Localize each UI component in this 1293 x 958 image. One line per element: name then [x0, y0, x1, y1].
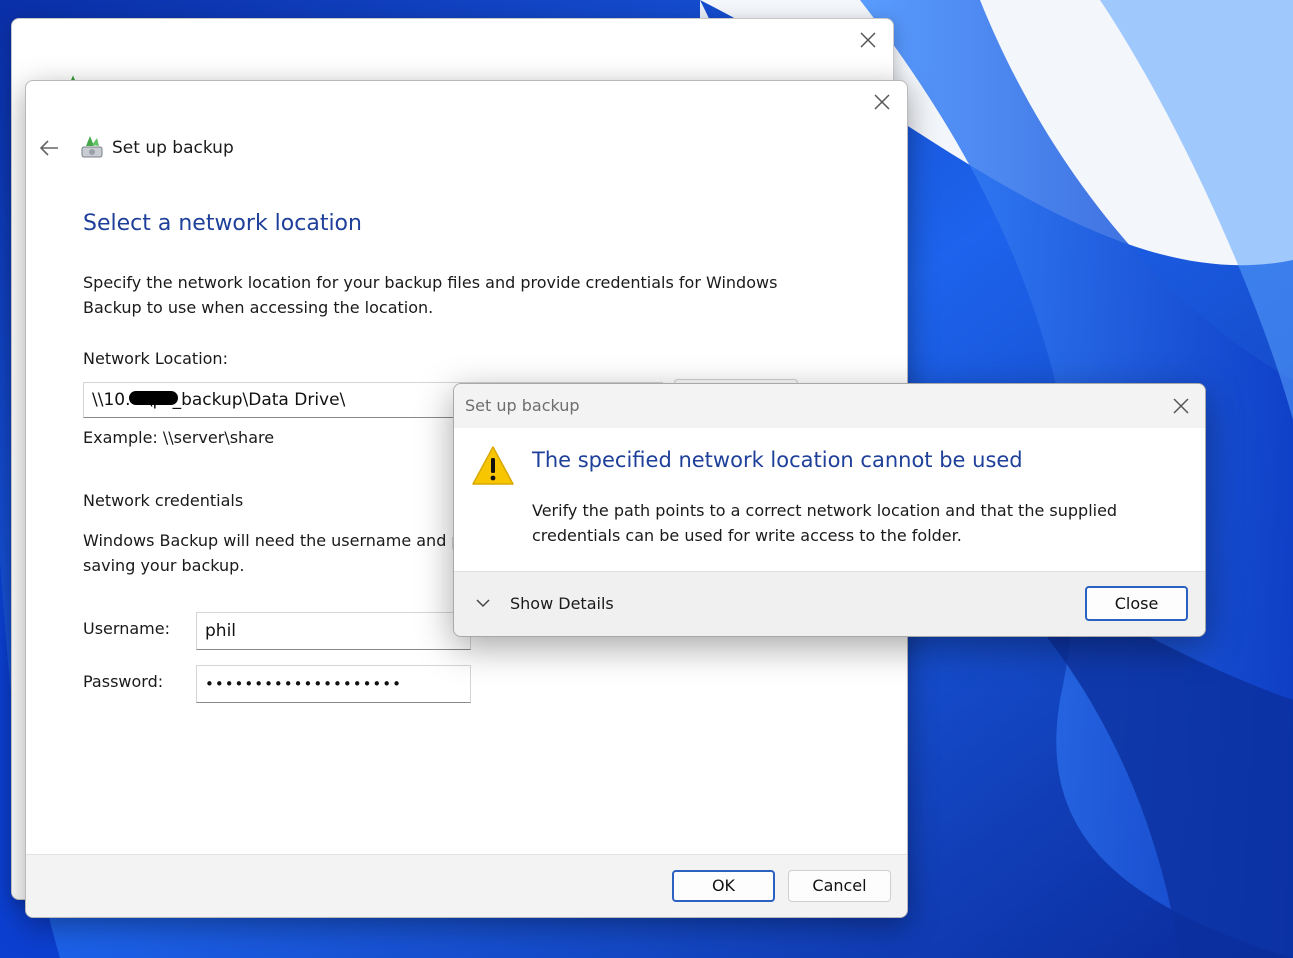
warning-triangle-icon: [472, 446, 514, 485]
wizard-footer: OK Cancel: [26, 854, 907, 917]
dialog-close-button[interactable]: Close: [1085, 586, 1188, 621]
password-input[interactable]: ••••••••••••••••••••: [196, 665, 471, 703]
cancel-button[interactable]: Cancel: [788, 870, 891, 902]
window-title: Set up backup: [112, 138, 234, 158]
close-x-icon[interactable]: [1171, 396, 1191, 416]
close-x-icon[interactable]: [857, 29, 879, 51]
chevron-down-icon[interactable]: [474, 594, 492, 612]
page-description: Specify the network location for your ba…: [83, 273, 778, 317]
password-label: Password:: [83, 672, 164, 691]
page-heading: Select a network location: [83, 211, 362, 236]
credentials-heading: Network credentials: [83, 491, 244, 510]
username-label: Username:: [83, 619, 170, 638]
network-location-label: Network Location:: [83, 349, 228, 368]
credentials-description: Windows Backup will need the username an…: [83, 531, 462, 550]
example-text: Example: \\server\share: [83, 428, 275, 447]
close-x-icon[interactable]: [871, 91, 893, 113]
backup-drive-icon: [81, 136, 103, 158]
ok-button[interactable]: OK: [672, 870, 775, 902]
error-dialog: Set up backup The specified network loca…: [453, 383, 1206, 637]
credentials-description-2: saving your backup.: [83, 556, 245, 575]
dialog-titlebar: Set up backup: [454, 384, 1205, 428]
redacted-ip-segment: [129, 391, 178, 405]
dialog-heading: The specified network location cannot be…: [532, 448, 1023, 472]
dialog-title: Set up backup: [465, 396, 580, 415]
back-arrow-icon[interactable]: [38, 137, 60, 159]
show-details-toggle[interactable]: Show Details: [510, 594, 614, 613]
dialog-footer: Show Details Close: [454, 571, 1205, 636]
dialog-body: Verify the path points to a correct netw…: [532, 501, 1118, 545]
username-input[interactable]: phil: [196, 612, 471, 650]
